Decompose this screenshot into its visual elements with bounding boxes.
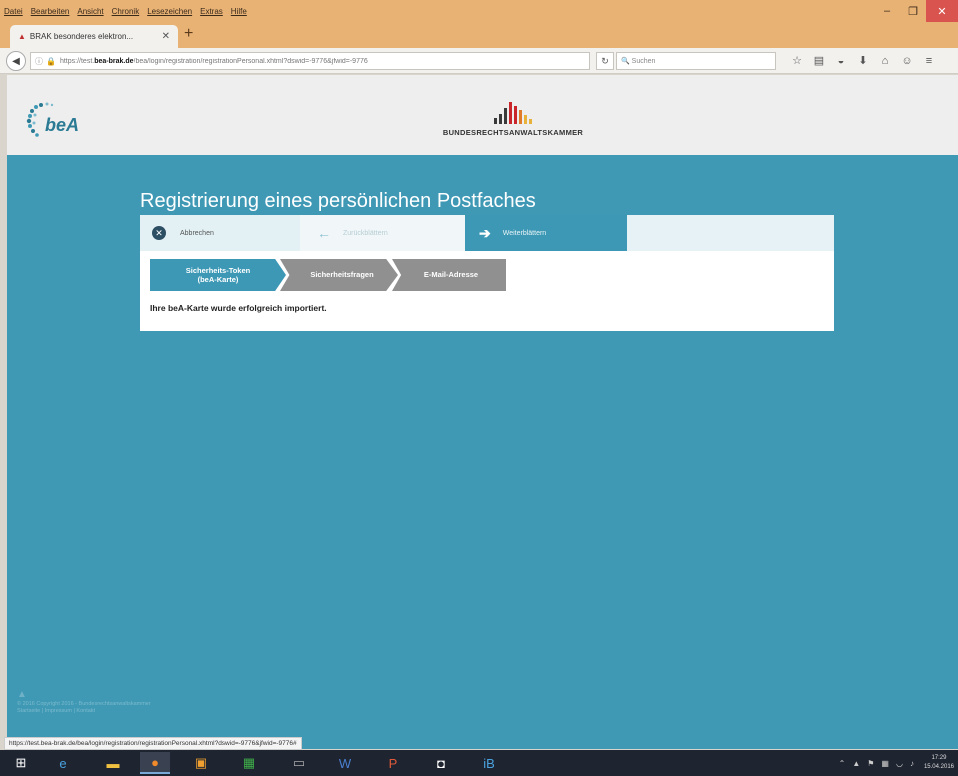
page-title: Registrierung eines persönlichen Postfac… xyxy=(140,190,536,212)
outlook-icon[interactable]: ▣ xyxy=(186,752,216,774)
url-path: /bea/login/registration/registrationPers… xyxy=(133,57,368,65)
navigation-bar: ◀ ⓘ 🔒 https://test. bea-brak.de /bea/log… xyxy=(0,48,958,74)
system-tray: ⌃ ▲ ⚑ ▦ ◡ ♪ 17:29 15.04.2016 xyxy=(832,750,954,776)
clock-date: 15.04.2016 xyxy=(923,764,954,770)
menu-lesezeichen[interactable]: Lesezeichen xyxy=(147,7,192,16)
search-placeholder: Suchen xyxy=(631,57,656,65)
menu-bar: Datei Bearbeiten Ansicht Chronik Lesezei… xyxy=(0,0,958,22)
bea-logo-text: beA xyxy=(45,115,80,135)
taskbar: ⊞ e ▬ ● ▣ ▦ ▭ W P ◘ iB ⌃ ▲ ⚑ ▦ ◡ ♪ 17:29… xyxy=(0,750,958,776)
sync-icon[interactable]: ☺ xyxy=(896,52,918,70)
clock-time: 17:29 xyxy=(931,755,947,761)
back-label: Zurückblättern xyxy=(343,229,388,237)
tray-chevron-icon[interactable]: ⌃ xyxy=(839,759,846,768)
search-icon: 🔍 xyxy=(621,58,632,65)
step-1-line-2: (beA-Karte) xyxy=(197,275,239,284)
new-tab-icon[interactable]: + xyxy=(184,25,193,43)
step-email-address[interactable]: E-Mail-Adresse xyxy=(392,259,506,291)
step-security-token[interactable]: Sicherheits-Token (beA-Karte) xyxy=(150,259,286,291)
bookmark-star-icon[interactable]: ☆ xyxy=(786,52,808,70)
word-icon[interactable]: W xyxy=(330,752,360,774)
footer-links[interactable]: Startseite | Impressum | Kontakt xyxy=(17,708,317,714)
calculator-icon[interactable]: ▦ xyxy=(234,752,264,774)
hamburger-menu-icon[interactable]: ≡ xyxy=(918,52,940,70)
ib-app-icon[interactable]: iB xyxy=(474,752,504,774)
tray-display-icon[interactable]: ▦ xyxy=(881,759,889,768)
menu-ansicht[interactable]: Ansicht xyxy=(77,7,103,16)
minimize-icon[interactable]: ‒ xyxy=(874,0,900,22)
brak-bars-icon xyxy=(425,100,601,124)
wizard-steps: Sicherheits-Token (beA-Karte) Sicherheits… xyxy=(150,259,506,291)
reload-icon[interactable]: ↻ xyxy=(596,52,614,70)
step-2-label: Sicherheitsfragen xyxy=(310,270,374,280)
reading-list-icon[interactable]: ▤ xyxy=(808,52,830,70)
page-footer: ▲ © 2016 Copyright 2016 - Bundesrechtsan… xyxy=(17,689,317,714)
cancel-button[interactable]: ✕ Abbrechen xyxy=(140,215,300,251)
url-bar[interactable]: ⓘ 🔒 https://test. bea-brak.de /bea/login… xyxy=(30,52,590,70)
main-content: Registrierung eines persönlichen Postfac… xyxy=(7,155,958,749)
success-message: Ihre beA-Karte wurde erfolgreich importi… xyxy=(150,303,327,313)
menu-extras[interactable]: Extras xyxy=(200,7,223,16)
menu-chronik[interactable]: Chronik xyxy=(112,7,140,16)
step-3-label: E-Mail-Adresse xyxy=(423,270,479,280)
firefox-icon[interactable]: ● xyxy=(140,752,170,774)
tray-volume-icon[interactable]: ♪ xyxy=(910,759,914,768)
browser-back-icon[interactable]: ◀ xyxy=(6,51,26,71)
page-header: beA BUNDESRECHTSANWALTSKAMMER xyxy=(7,75,958,155)
footer-copyright: © 2016 Copyright 2016 - Bundesrechtsanwa… xyxy=(17,701,151,707)
tray-network-icon[interactable]: ▲ xyxy=(852,759,860,768)
tab-close-icon[interactable]: ✕ xyxy=(162,31,170,42)
clock[interactable]: 17:29 15.04.2016 xyxy=(924,754,954,772)
tab-brak[interactable]: ▲ BRAK besonderes elektron... ✕ xyxy=(10,25,178,48)
url-host: bea-brak.de xyxy=(94,57,134,65)
menu-bearbeiten[interactable]: Bearbeiten xyxy=(31,7,70,16)
wizard-nav-spacer xyxy=(627,215,834,251)
step-security-questions[interactable]: Sicherheitsfragen xyxy=(280,259,398,291)
wizard-nav: ✕ Abbrechen ← Zurückblättern ➔ Weiterblä… xyxy=(140,215,834,251)
cancel-label: Abbrechen xyxy=(180,229,214,237)
brak-favicon-icon: ▲ xyxy=(18,32,26,41)
pocket-icon[interactable]: ◒ xyxy=(830,52,852,70)
toolbar-icons: ☆ ▤ ◒ ⬇ ⌂ ☺ ≡ xyxy=(786,52,940,70)
menu-hilfe[interactable]: Hilfe xyxy=(231,7,247,16)
arrow-right-icon: ➔ xyxy=(479,224,491,241)
link-status-bar: https://test.bea-brak.de/bea/login/regis… xyxy=(4,737,302,750)
tray-wifi-icon[interactable]: ◡ xyxy=(896,759,903,768)
remote-app-icon[interactable]: ◘ xyxy=(426,752,456,774)
home-icon[interactable]: ⌂ xyxy=(874,52,896,70)
footer-logo-icon: ▲ xyxy=(17,689,27,700)
tab-title: BRAK besonderes elektron... xyxy=(29,32,134,41)
back-button[interactable]: ← Zurückblättern xyxy=(300,215,465,251)
url-prefix: https://test. xyxy=(59,57,95,65)
step-1-line-1: Sicherheits-Token xyxy=(185,265,251,275)
windows-start-icon[interactable]: ⊞ xyxy=(6,752,36,774)
next-button[interactable]: ➔ Weiterblättern xyxy=(465,215,627,251)
arrow-left-icon: ← xyxy=(317,225,331,241)
info-icon[interactable]: ⓘ xyxy=(35,56,43,67)
powerpoint-icon[interactable]: P xyxy=(378,752,408,774)
file-explorer-icon[interactable]: ▬ xyxy=(98,752,128,774)
search-input[interactable]: 🔍 Suchen xyxy=(616,52,776,70)
tab-bar: ▲ BRAK besonderes elektron... ✕ + xyxy=(0,22,958,48)
maximize-icon[interactable]: ❐ xyxy=(900,0,926,22)
menu-datei[interactable]: Datei xyxy=(4,7,23,16)
download-icon[interactable]: ⬇ xyxy=(852,52,874,70)
cancel-circle-icon: ✕ xyxy=(152,226,166,240)
content-card: Sicherheits-Token (beA-Karte) Sicherheits… xyxy=(140,251,834,331)
tray-flag-icon[interactable]: ⚑ xyxy=(867,759,874,768)
lock-icon[interactable]: 🔒 xyxy=(46,57,56,66)
card-reader-icon[interactable]: ▭ xyxy=(284,752,314,774)
brak-logo[interactable]: BUNDESRECHTSANWALTSKAMMER xyxy=(425,100,601,144)
brak-name: BUNDESRECHTSANWALTSKAMMER xyxy=(442,128,584,137)
bea-logo[interactable]: beA xyxy=(25,99,105,143)
close-window-icon[interactable]: ✕ xyxy=(926,0,958,22)
window-controls: ‒ ❐ ✕ xyxy=(874,0,958,22)
next-label: Weiterblättern xyxy=(502,229,547,237)
edge-icon[interactable]: e xyxy=(48,752,78,774)
